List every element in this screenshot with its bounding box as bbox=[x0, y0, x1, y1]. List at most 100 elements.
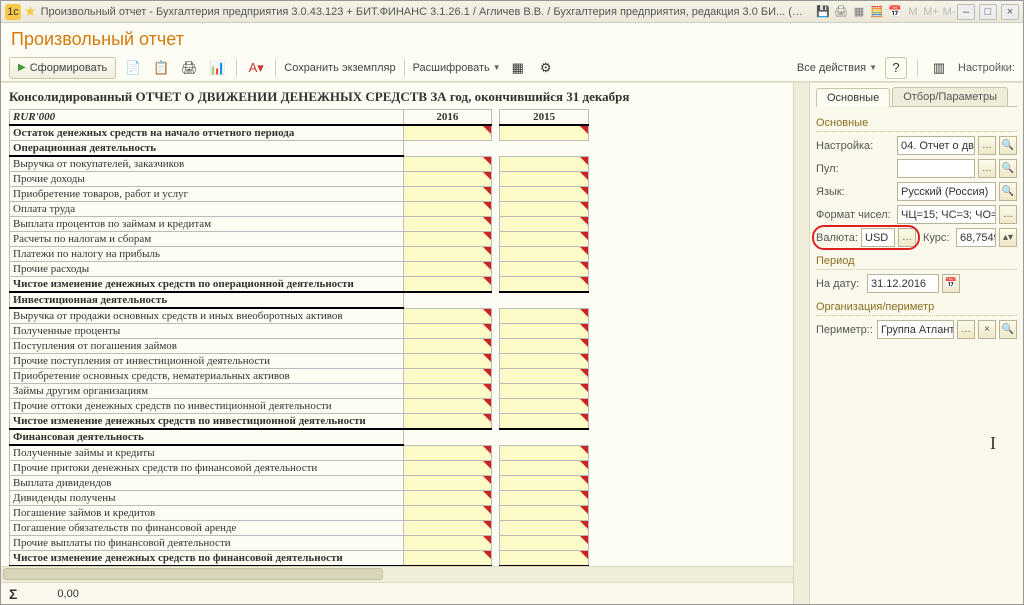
value-cell-y1[interactable] bbox=[403, 384, 492, 399]
value-cell-y1[interactable] bbox=[403, 521, 492, 536]
help-icon[interactable]: ? bbox=[885, 57, 907, 79]
value-cell-y1[interactable] bbox=[403, 491, 492, 506]
value-cell-y1[interactable] bbox=[403, 125, 492, 141]
font-icon[interactable]: A▾ bbox=[245, 57, 267, 79]
vertical-scrollbar[interactable] bbox=[793, 83, 809, 604]
value-cell-y2[interactable] bbox=[500, 247, 589, 262]
value-cell-y1[interactable] bbox=[403, 262, 492, 277]
value-cell-y2[interactable] bbox=[500, 506, 589, 521]
view1-icon[interactable]: ▦ bbox=[851, 4, 867, 20]
value-cell-y1[interactable] bbox=[403, 354, 492, 369]
value-cell-y2[interactable] bbox=[500, 445, 589, 461]
perimeter-clear-button[interactable]: × bbox=[978, 320, 996, 339]
grid-icon[interactable]: ▦ bbox=[507, 57, 529, 79]
value-cell-y1[interactable] bbox=[403, 187, 492, 202]
value-cell-y2[interactable] bbox=[500, 384, 589, 399]
value-cell-y2[interactable] bbox=[500, 536, 589, 551]
value-cell-y2[interactable] bbox=[500, 339, 589, 354]
fav-icon[interactable]: ★ bbox=[24, 3, 37, 20]
pool-select-button[interactable]: … bbox=[978, 159, 996, 178]
numfmt-select-button[interactable]: … bbox=[999, 205, 1017, 224]
value-cell-y1[interactable] bbox=[403, 339, 492, 354]
minimize-button[interactable]: – bbox=[957, 4, 975, 20]
panel-icon[interactable]: ▥ bbox=[928, 57, 950, 79]
value-cell-y2[interactable] bbox=[500, 476, 589, 491]
value-cell-y2[interactable] bbox=[500, 156, 589, 172]
chart-icon[interactable]: 📊 bbox=[206, 57, 228, 79]
decode-link[interactable]: Расшифровать▼ bbox=[413, 62, 501, 74]
close-button[interactable]: × bbox=[1001, 4, 1019, 20]
lang-input[interactable]: Русский (Россия) bbox=[897, 182, 996, 201]
save-icon[interactable]: 💾 bbox=[815, 4, 831, 20]
tool-icon[interactable]: ⚙ bbox=[535, 57, 557, 79]
save-copy-link[interactable]: Сохранить экземпляр bbox=[284, 62, 395, 74]
pool-search-button[interactable]: 🔍 bbox=[999, 159, 1017, 178]
value-cell-y1[interactable] bbox=[403, 217, 492, 232]
setting-select-button[interactable]: … bbox=[978, 136, 996, 155]
rate-input[interactable]: 68,7549 bbox=[956, 228, 996, 247]
value-cell-y2[interactable] bbox=[500, 277, 589, 293]
value-cell-y1[interactable] bbox=[403, 247, 492, 262]
paste-icon[interactable]: 📋 bbox=[150, 57, 172, 79]
value-cell-y2[interactable] bbox=[500, 521, 589, 536]
value-cell-y1[interactable] bbox=[403, 461, 492, 476]
value-cell-y2[interactable] bbox=[500, 324, 589, 339]
m-plus-icon[interactable]: M+ bbox=[923, 4, 939, 20]
value-cell-y2[interactable] bbox=[500, 491, 589, 506]
value-cell-y2[interactable] bbox=[500, 202, 589, 217]
value-cell-y1[interactable] bbox=[403, 445, 492, 461]
value-cell-y1[interactable] bbox=[403, 308, 492, 324]
value-cell-y1[interactable] bbox=[403, 324, 492, 339]
value-cell-y1[interactable] bbox=[403, 369, 492, 384]
perimeter-input[interactable]: Группа Атлантика bbox=[877, 320, 954, 339]
rate-spin-button[interactable]: ▴▾ bbox=[999, 228, 1017, 247]
calc-icon[interactable]: 🧮 bbox=[869, 4, 885, 20]
print-icon[interactable]: 🖨 bbox=[178, 57, 200, 79]
lang-search-button[interactable]: 🔍 bbox=[999, 182, 1017, 201]
value-cell-y2[interactable] bbox=[500, 172, 589, 187]
print-icon[interactable]: 🖨 bbox=[833, 4, 849, 20]
numfmt-input[interactable]: ЧЦ=15; ЧС=3; ЧО=0 bbox=[897, 205, 996, 224]
value-cell-y1[interactable] bbox=[403, 506, 492, 521]
date-picker-button[interactable]: 📅 bbox=[942, 274, 960, 293]
currency-select-button[interactable]: … bbox=[898, 228, 916, 247]
maximize-button[interactable]: □ bbox=[979, 4, 997, 20]
calendar-icon[interactable]: 📅 bbox=[887, 4, 903, 20]
value-cell-y1[interactable] bbox=[403, 399, 492, 414]
value-cell-y2[interactable] bbox=[500, 262, 589, 277]
report-area[interactable]: Консолидированный ОТЧЕТ О ДВИЖЕНИИ ДЕНЕЖ… bbox=[1, 83, 793, 566]
value-cell-y1[interactable] bbox=[403, 476, 492, 491]
value-cell-y1[interactable] bbox=[403, 156, 492, 172]
value-cell-y2[interactable] bbox=[500, 414, 589, 430]
value-cell-y2[interactable] bbox=[500, 369, 589, 384]
tab-filter[interactable]: Отбор/Параметры bbox=[892, 87, 1008, 106]
setting-search-button[interactable]: 🔍 bbox=[999, 136, 1017, 155]
perimeter-select-button[interactable]: … bbox=[957, 320, 975, 339]
value-cell-y1[interactable] bbox=[403, 414, 492, 430]
perimeter-search-button[interactable]: 🔍 bbox=[999, 320, 1017, 339]
setting-input[interactable]: 04. Отчет о движении денеж bbox=[897, 136, 975, 155]
copy-icon[interactable]: 📄 bbox=[122, 57, 144, 79]
generate-button[interactable]: ▶ Сформировать bbox=[9, 57, 116, 79]
value-cell-y2[interactable] bbox=[500, 232, 589, 247]
value-cell-y2[interactable] bbox=[500, 551, 589, 567]
value-cell-y2[interactable] bbox=[500, 354, 589, 369]
date-input[interactable]: 31.12.2016 bbox=[867, 274, 939, 293]
value-cell-y1[interactable] bbox=[403, 536, 492, 551]
m-minus-icon[interactable]: M- bbox=[941, 4, 957, 20]
value-cell-y1[interactable] bbox=[403, 172, 492, 187]
value-cell-y2[interactable] bbox=[500, 308, 589, 324]
currency-input[interactable]: USD bbox=[861, 228, 895, 247]
value-cell-y1[interactable] bbox=[403, 551, 492, 567]
value-cell-y1[interactable] bbox=[403, 277, 492, 293]
value-cell-y2[interactable] bbox=[500, 125, 589, 141]
all-actions-link[interactable]: Все действия▼ bbox=[797, 62, 877, 74]
value-cell-y2[interactable] bbox=[500, 217, 589, 232]
value-cell-y1[interactable] bbox=[403, 232, 492, 247]
m-icon[interactable]: M bbox=[905, 4, 921, 20]
value-cell-y2[interactable] bbox=[500, 399, 589, 414]
value-cell-y1[interactable] bbox=[403, 202, 492, 217]
tab-main[interactable]: Основные bbox=[816, 88, 890, 107]
horizontal-scrollbar[interactable] bbox=[1, 566, 793, 582]
value-cell-y2[interactable] bbox=[500, 187, 589, 202]
